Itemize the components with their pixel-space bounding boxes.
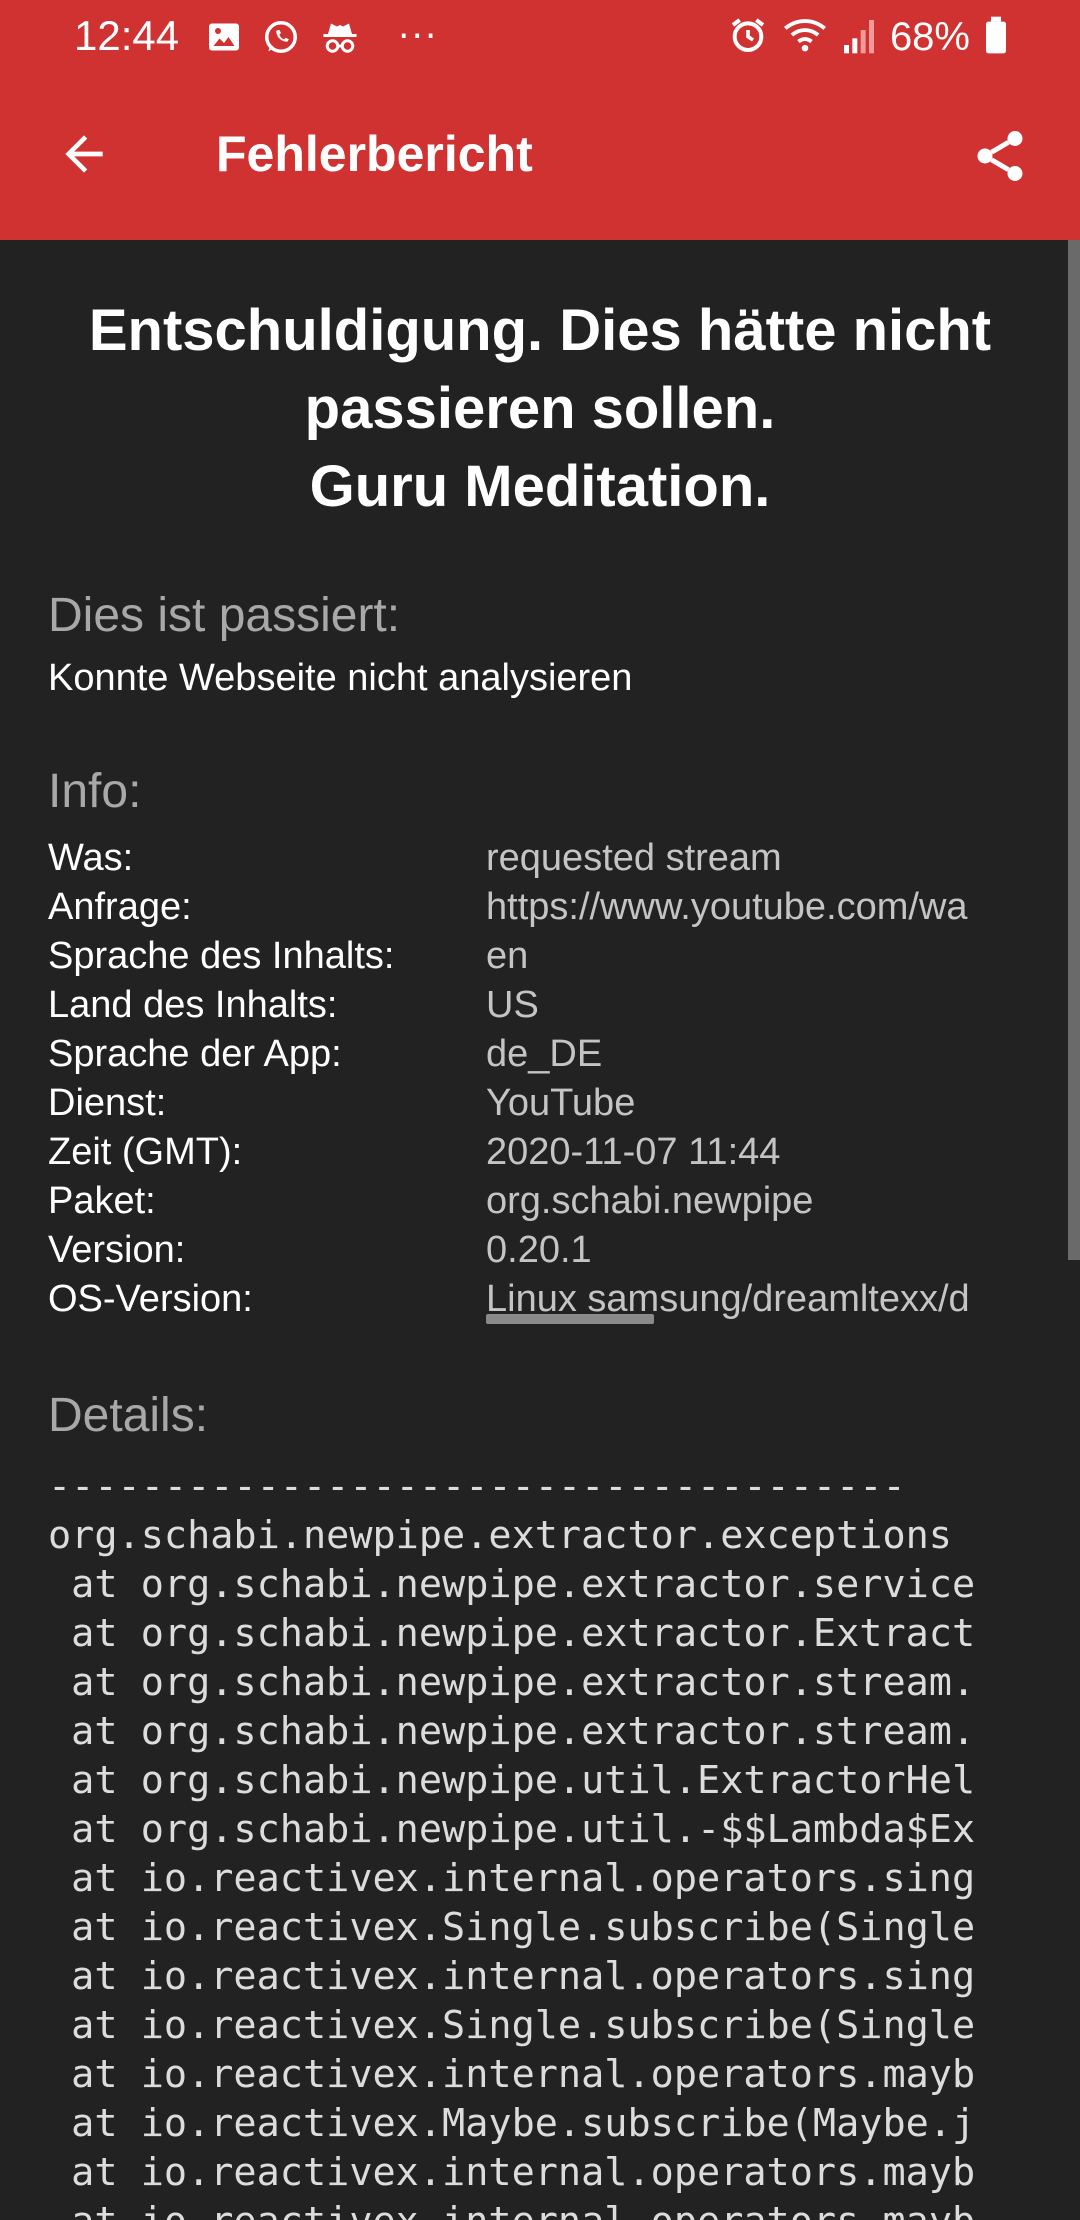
stacktrace-line: at io.reactivex.internal.operators.mayb [48, 2197, 1034, 2220]
info-row: Paket: org.schabi.newpipe [48, 1177, 1034, 1226]
share-icon [977, 131, 1023, 181]
app-bar-title: Fehlerbericht [216, 126, 533, 182]
info-key: Paket: [48, 1180, 156, 1222]
info-key: Sprache des Inhalts: [48, 935, 395, 977]
signal-icon [842, 15, 876, 59]
battery-icon [984, 15, 1008, 59]
info-value[interactable]: 0.20.1 [486, 1226, 1034, 1275]
stacktrace-line: at org.schabi.newpipe.util.-$$Lambda$Ex [48, 1807, 976, 1852]
stacktrace-line: at org.schabi.newpipe.extractor.service [48, 1562, 976, 1607]
info-value[interactable]: 2020-11-07 11:44 [486, 1128, 1034, 1177]
info-value[interactable]: requested stream [486, 834, 1034, 883]
info-row: Sprache der App: de_DE [48, 1030, 1034, 1079]
info-row: Version: 0.20.1 [48, 1226, 1034, 1275]
info-row: Sprache des Inhalts: en [48, 932, 1034, 981]
details-title: Details: [48, 1389, 209, 1442]
info-title: Info: [48, 765, 142, 818]
share-button[interactable] [960, 116, 1040, 196]
stacktrace-line: ------------------------------------- [48, 1464, 906, 1509]
info-key: Dienst: [48, 1082, 167, 1124]
error-report-screen: 12:44 ··· 68% Fehlerbericht Entschuldigu… [0, 0, 1080, 2220]
info-value[interactable]: YouTube [486, 1079, 1034, 1128]
horizontal-scrollbar[interactable] [486, 1314, 654, 1324]
heading-line-3: Guru Meditation. [309, 454, 771, 519]
info-value[interactable]: https://www.youtube.com/wa [486, 883, 1034, 932]
stacktrace-line: at io.reactivex.Single.subscribe(Single [48, 1905, 976, 1950]
info-key: Land des Inhalts: [48, 984, 338, 1026]
incognito-icon [320, 19, 360, 55]
image-icon [206, 19, 242, 55]
info-key: Was: [48, 837, 134, 879]
error-heading: Entschuldigung. Dies hätte nicht passier… [20, 292, 1060, 526]
stacktrace-line: at org.schabi.newpipe.extractor.stream. [48, 1660, 976, 1705]
app-bar: Fehlerbericht [0, 72, 1080, 240]
info-row: Zeit (GMT): 2020-11-07 11:44 [48, 1128, 1034, 1177]
battery-percent: 68% [889, 15, 970, 59]
whatsapp-icon [262, 18, 300, 56]
stacktrace-block[interactable]: ------------------------------------- or… [48, 1462, 1034, 2220]
alarm-icon [728, 15, 768, 59]
stacktrace-line: at io.reactivex.internal.operators.sing [48, 1856, 976, 1901]
info-row: Was: requested stream [48, 834, 1034, 883]
info-row: Dienst: YouTube [48, 1079, 1034, 1128]
info-row: Land des Inhalts: US [48, 981, 1034, 1030]
status-bar: 12:44 ··· 68% [0, 0, 1080, 72]
heading-line-2: passieren sollen. [304, 376, 776, 441]
back-button[interactable] [44, 114, 124, 194]
what-happened-title: Dies ist passiert: [48, 589, 401, 642]
status-time: 12:44 [74, 12, 180, 59]
info-key: OS-Version: [48, 1278, 253, 1320]
info-row: Anfrage: https://www.youtube.com/wa [48, 883, 1034, 932]
info-key: Anfrage: [48, 886, 192, 928]
back-arrow-icon [65, 135, 103, 173]
info-key: Zeit (GMT): [48, 1131, 243, 1173]
info-value[interactable]: org.schabi.newpipe [486, 1177, 1034, 1226]
stacktrace-line: at io.reactivex.Maybe.subscribe(Maybe.j [48, 2101, 976, 2146]
error-content: Entschuldigung. Dies hätte nicht passier… [0, 240, 1068, 2220]
info-value[interactable]: US [486, 981, 1034, 1030]
more-notifications-indicator: ··· [398, 16, 439, 57]
stacktrace-line: at org.schabi.newpipe.extractor.Extract [48, 1611, 976, 1656]
heading-line-1: Entschuldigung. Dies hätte nicht [88, 298, 992, 363]
system-icons: 68% [728, 10, 1008, 64]
info-key: Sprache der App: [48, 1033, 342, 1075]
stacktrace-line: at io.reactivex.internal.operators.mayb [48, 2052, 976, 2097]
stacktrace-line: at org.schabi.newpipe.extractor.stream. [48, 1709, 976, 1754]
info-value[interactable]: de_DE [486, 1030, 1034, 1079]
vertical-scrollbar[interactable] [1068, 240, 1080, 1260]
wifi-icon [782, 15, 828, 59]
stacktrace-line: at io.reactivex.internal.operators.sing [48, 1954, 976, 1999]
info-table: Was: requested stream Anfrage: https://w… [48, 834, 1034, 1324]
error-message[interactable]: Konnte Webseite nicht analysieren [48, 654, 632, 702]
info-value[interactable]: en [486, 932, 1034, 981]
notification-icons: ··· [206, 18, 438, 56]
info-key: Version: [48, 1229, 186, 1271]
stacktrace-line: at io.reactivex.Single.subscribe(Single [48, 2003, 976, 2048]
stacktrace-line: at io.reactivex.internal.operators.mayb [48, 2150, 976, 2195]
stacktrace-line: org.schabi.newpipe.extractor.exceptions [48, 1513, 952, 1558]
stacktrace-line: at org.schabi.newpipe.util.ExtractorHel [48, 1758, 976, 1803]
